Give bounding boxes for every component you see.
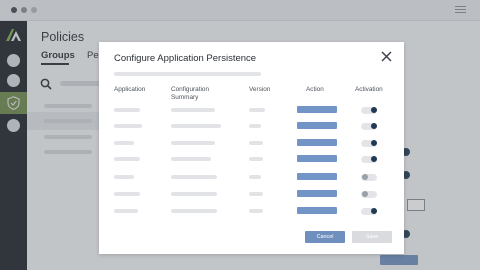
toggle-knob <box>370 140 377 146</box>
application-name-placeholder <box>114 192 140 196</box>
activation-toggle[interactable] <box>361 139 377 147</box>
column-header-action: Action <box>306 86 324 93</box>
configuration-summary-placeholder <box>171 209 217 213</box>
activation-toggle[interactable] <box>361 173 377 181</box>
app-window: Policies Groups Per Configure Applicatio… <box>0 0 480 270</box>
configuration-summary-placeholder <box>171 157 211 161</box>
toggle-knob <box>370 123 377 129</box>
configuration-summary-placeholder <box>171 108 215 112</box>
action-button[interactable] <box>297 155 337 162</box>
action-button[interactable] <box>297 139 337 146</box>
action-button[interactable] <box>297 207 337 214</box>
column-header-application: Application <box>114 86 146 93</box>
activation-toggle[interactable] <box>361 155 377 163</box>
toggle-knob <box>370 107 377 113</box>
save-button[interactable]: Save <box>352 231 392 243</box>
application-name-placeholder <box>114 209 138 213</box>
toggle-knob <box>370 208 377 214</box>
version-placeholder <box>249 141 263 145</box>
dialog-description-placeholder <box>114 72 261 76</box>
version-placeholder <box>249 124 261 128</box>
configure-application-persistence-dialog: Configure Application Persistence Applic… <box>99 42 404 254</box>
cancel-button[interactable]: Cancel <box>305 231 345 243</box>
toggle-knob <box>370 156 377 162</box>
activation-toggle[interactable] <box>361 122 377 130</box>
action-button[interactable] <box>297 122 337 129</box>
column-header-activation: Activation <box>355 86 383 93</box>
action-button[interactable] <box>297 173 337 180</box>
configuration-summary-placeholder <box>171 141 215 145</box>
version-placeholder <box>249 108 265 112</box>
version-placeholder <box>249 209 263 213</box>
action-button[interactable] <box>297 106 337 113</box>
application-name-placeholder <box>114 108 140 112</box>
close-icon[interactable] <box>381 51 392 62</box>
application-name-placeholder <box>114 124 142 128</box>
version-placeholder <box>249 192 263 196</box>
activation-toggle[interactable] <box>361 207 377 215</box>
application-name-placeholder <box>114 175 134 179</box>
column-header-version: Version <box>249 86 271 93</box>
configuration-summary-placeholder <box>171 124 221 128</box>
action-button[interactable] <box>297 190 337 197</box>
activation-toggle[interactable] <box>361 190 377 198</box>
column-header-configuration-summary: Configuration Summary <box>171 86 210 101</box>
version-placeholder <box>249 175 261 179</box>
configuration-summary-placeholder <box>171 192 217 196</box>
version-placeholder <box>249 157 263 161</box>
dialog-title: Configure Application Persistence <box>114 53 257 64</box>
toggle-knob <box>361 174 368 180</box>
application-name-placeholder <box>114 157 140 161</box>
activation-toggle[interactable] <box>361 106 377 114</box>
application-name-placeholder <box>114 141 134 145</box>
toggle-knob <box>361 191 368 197</box>
configuration-summary-placeholder <box>171 175 217 179</box>
